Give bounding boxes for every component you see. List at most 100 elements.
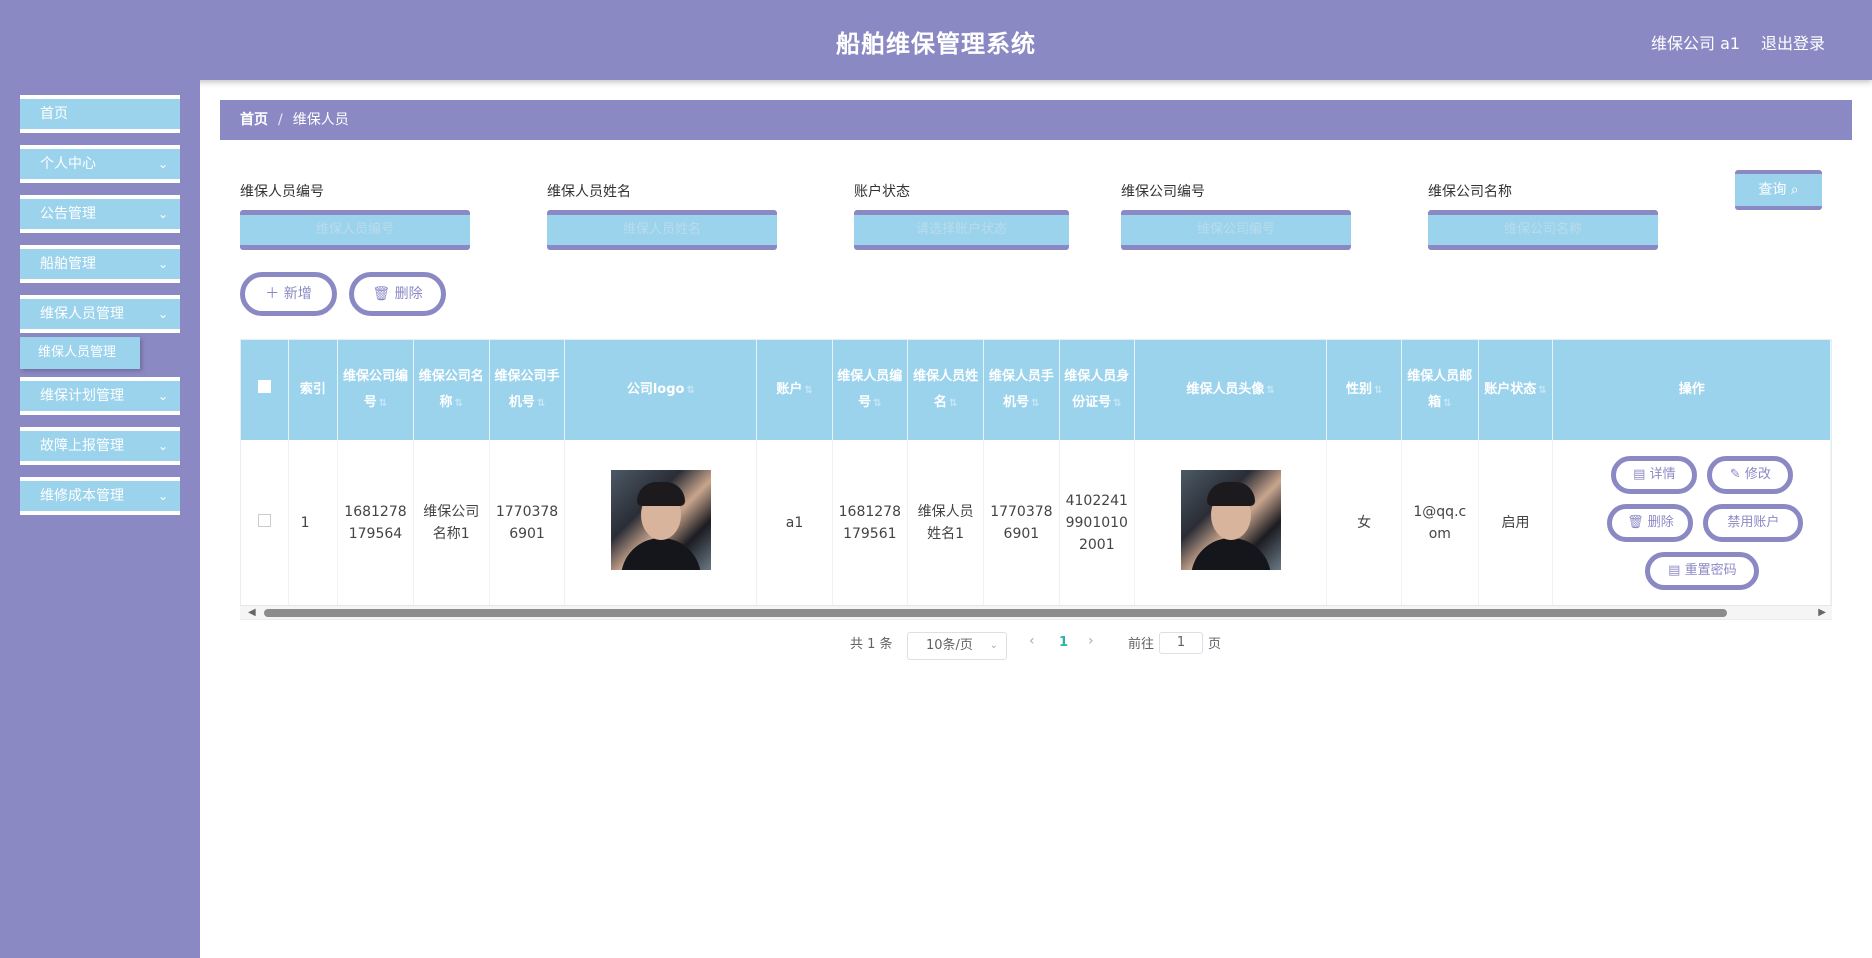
sort-icon[interactable]: ⇅ (1538, 385, 1546, 396)
sidebar-item-personal-center[interactable]: 个人中心 ⌄ (20, 145, 180, 183)
sidebar-item-label: 故障上报管理 (40, 438, 124, 454)
top-header: 船舶维保管理系统 维保公司 a1 退出登录 (0, 0, 1872, 80)
document-icon: ▤ (1668, 563, 1681, 578)
col-staff-phone[interactable]: 维保人员手机号 ⇅ (983, 340, 1060, 440)
document-icon: ▤ (1633, 467, 1646, 482)
sort-icon[interactable]: ⇅ (1113, 398, 1121, 409)
col-status[interactable]: 账户状态 ⇅ (1478, 340, 1554, 440)
col-staff-name[interactable]: 维保人员姓名 ⇅ (907, 340, 985, 440)
add-button[interactable]: ＋ 新增 (240, 272, 337, 316)
cell-operations: ▤ 详情 ✎ 修改 🗑 删除 禁用账户 ▤ 重置密码 (1552, 440, 1831, 606)
disable-account-button[interactable]: 禁用账户 (1703, 504, 1804, 542)
sidebar-item-label: 船舶管理 (40, 256, 96, 272)
prev-page-icon[interactable]: ‹ (1029, 633, 1035, 649)
sidebar-subitem-staff-manage[interactable]: 维保人员管理 (20, 337, 140, 369)
sidebar-item-label: 公告管理 (40, 206, 96, 222)
sidebar-item-label: 维保计划管理 (40, 388, 124, 404)
company-name-input[interactable]: 维保公司名称 (1428, 210, 1658, 250)
chevron-down-icon: ⌄ (157, 389, 168, 403)
sidebar-item-label: 个人中心 (40, 156, 96, 172)
current-page[interactable]: 1 (1059, 635, 1068, 650)
sort-icon[interactable]: ⇅ (686, 385, 694, 396)
company-logo-image (610, 469, 711, 570)
col-company-phone[interactable]: 维保公司手机号 ⇅ (489, 340, 566, 440)
col-staff-avatar[interactable]: 维保人员头像 ⇅ (1134, 340, 1328, 440)
cell-staff-name: 维保人员姓名1 (907, 440, 985, 606)
staff-no-label: 维保人员编号 (240, 184, 324, 200)
sidebar-item-fault[interactable]: 故障上报管理 ⌄ (20, 427, 180, 465)
query-button[interactable]: 查询 ⌕ (1735, 170, 1822, 210)
account-status-label: 账户状态 (854, 184, 910, 200)
cell-company-name: 维保公司名称1 (413, 440, 490, 606)
company-name-label: 维保公司名称 (1428, 184, 1512, 200)
edit-button[interactable]: ✎ 修改 (1707, 456, 1794, 494)
sort-icon[interactable]: ⇅ (804, 385, 812, 396)
breadcrumb-home[interactable]: 首页 (240, 112, 268, 128)
sidebar-item-notice[interactable]: 公告管理 ⌄ (20, 195, 180, 233)
sort-icon[interactable]: ⇅ (1031, 398, 1039, 409)
goto-label: 前往 (1128, 637, 1155, 652)
goto-page-input[interactable]: 1 (1159, 632, 1203, 654)
sidebar-item-plan[interactable]: 维保计划管理 ⌄ (20, 377, 180, 415)
company-no-input[interactable]: 维保公司编号 (1121, 210, 1351, 250)
sort-icon[interactable]: ⇅ (379, 398, 387, 409)
table-row: 1 1681278179564 维保公司名称1 17703786901 a1 1… (241, 440, 1831, 606)
detail-button[interactable]: ▤ 详情 (1611, 456, 1698, 494)
staff-name-input[interactable]: 维保人员姓名 (547, 210, 777, 250)
cell-staff-phone: 17703786901 (983, 440, 1060, 606)
reset-password-button[interactable]: ▤ 重置密码 (1645, 552, 1760, 590)
scroll-right-icon[interactable]: ▶ (1818, 606, 1826, 620)
scrollbar-thumb[interactable] (264, 609, 1727, 617)
table-horizontal-scrollbar[interactable]: ◀ ▶ (240, 605, 1832, 619)
sort-icon[interactable]: ⇅ (537, 398, 545, 409)
sidebar-item-home[interactable]: 首页 (20, 95, 180, 133)
sort-icon[interactable]: ⇅ (1266, 385, 1274, 396)
col-email[interactable]: 维保人员邮箱 ⇅ (1401, 340, 1479, 440)
search-icon: ⌕ (1790, 182, 1799, 198)
sidebar-item-label: 维保人员管理 (40, 306, 124, 322)
sort-icon[interactable]: ⇅ (873, 398, 881, 409)
cell-company-no: 1681278179564 (337, 440, 414, 606)
account-status-select[interactable]: 请选择账户状态 (854, 210, 1069, 250)
sidebar: 首页 个人中心 ⌄ 公告管理 ⌄ 船舶管理 ⌄ 维保人员管理 ⌄ 维保人员管理 … (0, 80, 200, 958)
col-company-name[interactable]: 维保公司名称 ⇅ (413, 340, 490, 440)
cell-staff-avatar (1134, 440, 1328, 606)
cell-staff-no: 1681278179561 (832, 440, 909, 606)
col-staff-id[interactable]: 维保人员身份证号 ⇅ (1059, 340, 1136, 440)
sidebar-item-staff[interactable]: 维保人员管理 ⌄ (20, 295, 180, 333)
batch-delete-button[interactable]: 🗑 删除 (349, 272, 446, 316)
chevron-down-icon: ⌄ (157, 257, 168, 271)
edit-icon: ✎ (1729, 467, 1741, 482)
select-all-header[interactable] (241, 340, 289, 440)
trash-icon: 🗑 (372, 286, 391, 302)
sort-icon[interactable]: ⇅ (455, 398, 463, 409)
sidebar-item-label: 首页 (40, 106, 68, 122)
staff-no-input[interactable]: 维保人员编号 (240, 210, 470, 250)
scroll-left-icon[interactable]: ◀ (248, 606, 256, 620)
sidebar-item-ships[interactable]: 船舶管理 ⌄ (20, 245, 180, 283)
page-suffix-label: 页 (1208, 637, 1222, 652)
sort-icon[interactable]: ⇅ (1374, 385, 1382, 396)
col-company-logo[interactable]: 公司logo ⇅ (564, 340, 758, 440)
row-checkbox[interactable] (257, 514, 271, 527)
cell-account: a1 (756, 440, 833, 606)
next-page-icon[interactable]: › (1088, 633, 1094, 649)
select-all-checkbox[interactable] (257, 380, 271, 393)
sort-icon[interactable]: ⇅ (1443, 398, 1451, 409)
col-account[interactable]: 账户 ⇅ (756, 340, 833, 440)
cell-company-logo (564, 440, 758, 606)
sidebar-item-cost[interactable]: 维修成本管理 ⌄ (20, 477, 180, 515)
cell-company-phone: 17703786901 (489, 440, 566, 606)
delete-row-button[interactable]: 🗑 删除 (1607, 504, 1694, 542)
col-company-no[interactable]: 维保公司编号 ⇅ (337, 340, 414, 440)
row-select-cell[interactable] (241, 440, 289, 606)
chevron-down-icon: ⌄ (989, 640, 998, 651)
sort-icon[interactable]: ⇅ (949, 398, 957, 409)
add-label: 新增 (283, 286, 312, 302)
col-gender[interactable]: 性别 ⇅ (1326, 340, 1403, 440)
chevron-down-icon: ⌄ (157, 489, 168, 503)
page-size-select[interactable]: 10条/页 ⌄ (907, 632, 1007, 660)
logout-link[interactable]: 退出登录 (1761, 30, 1825, 54)
chevron-down-icon: ⌄ (157, 157, 168, 171)
col-staff-no[interactable]: 维保人员编号 ⇅ (832, 340, 909, 440)
